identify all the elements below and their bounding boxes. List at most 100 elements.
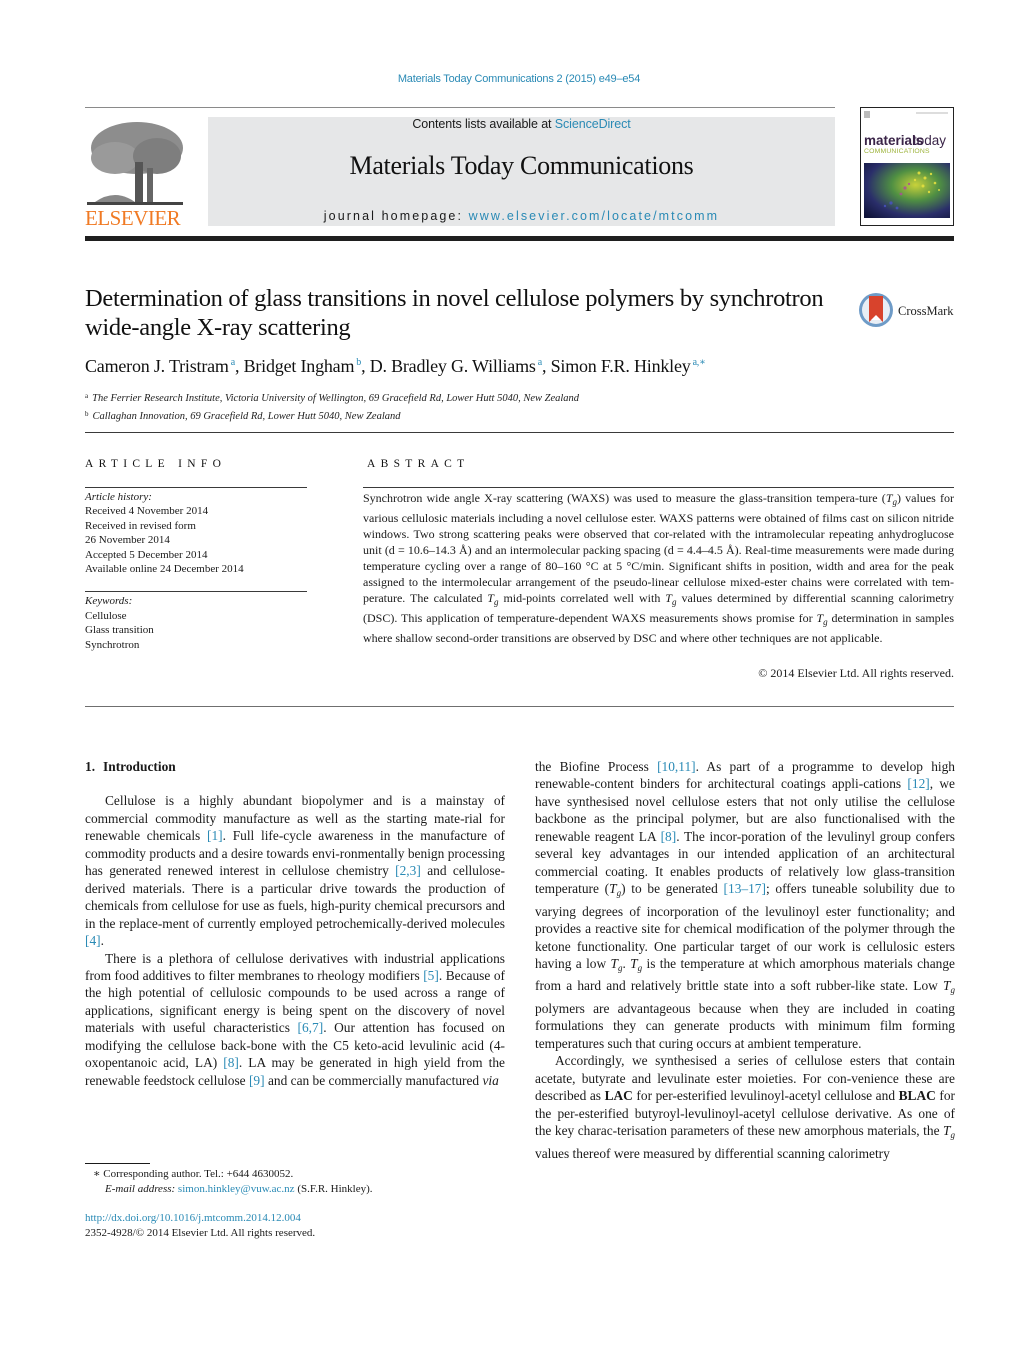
article-history: Article history: Received 4 November 201… xyxy=(85,490,307,576)
keywords-label: Keywords: xyxy=(85,595,133,607)
keywords: Keywords: Cellulose Glass transition Syn… xyxy=(85,594,307,652)
section-number: 1. xyxy=(85,759,96,774)
tg-symbol: Tg xyxy=(487,591,499,608)
body-column-left: 1. Introduction Cellulose is a highly abu… xyxy=(85,758,505,1089)
history-item: Available online 24 December 2014 xyxy=(85,563,244,576)
journal-cover-image-icon: materials today COMMUNICATIONS xyxy=(864,111,950,218)
author-affiliation-mark[interactable]: a,∗ xyxy=(693,357,706,368)
citation-link[interactable]: [8] xyxy=(661,829,677,844)
contents-availability: Contents lists available at ScienceDirec… xyxy=(208,117,835,131)
section-heading: 1. Introduction xyxy=(85,758,505,775)
crossmark-icon: CrossMark xyxy=(859,293,954,327)
email-label: E-mail address: xyxy=(105,1182,178,1195)
divider xyxy=(363,487,954,488)
divider xyxy=(85,706,954,707)
citation-link[interactable]: [1] xyxy=(207,828,223,843)
tg-symbol: Tg xyxy=(609,881,622,899)
article-title: Determination of glass transitions in no… xyxy=(85,285,824,341)
affiliation-text: The Ferrier Research Institute, Victoria… xyxy=(92,393,580,404)
author-name[interactable]: D. Bradley G. Williams xyxy=(370,356,536,376)
footnote-divider xyxy=(85,1163,150,1164)
citation-link[interactable]: [4] xyxy=(85,933,101,948)
keyword-item: Cellulose xyxy=(85,609,127,622)
corresponding-author-footnote: ∗ Corresponding author. Tel.: +644 46300… xyxy=(93,1167,513,1196)
affiliation-key: b xyxy=(85,409,89,418)
footnote-text: (S.F.R. Hinkley). xyxy=(294,1182,373,1195)
footnote-line: E-mail address: simon.hinkley@vuw.ac.nz … xyxy=(93,1182,513,1197)
footnote-text: Corresponding author. Tel.: +644 4630052… xyxy=(103,1168,294,1180)
history-item: Received in revised form xyxy=(85,519,196,532)
cover-subtitle: COMMUNICATIONS xyxy=(864,148,930,155)
citation-link[interactable]: [13–17] xyxy=(724,881,766,896)
paragraph: There is a plethora of cellulose derivat… xyxy=(85,950,506,1088)
journal-cover-thumbnail[interactable]: materials today COMMUNICATIONS xyxy=(860,107,954,226)
abstract-text-segment: mid-points correlated well with xyxy=(498,591,666,606)
author-name[interactable]: Cameron J. Tristram xyxy=(85,356,229,376)
affiliation-item: b Callaghan Innovation, 69 Gracefield Rd,… xyxy=(85,407,945,425)
citation-link[interactable]: [10,11] xyxy=(657,759,696,774)
tg-symbol: Tg xyxy=(943,978,955,996)
author-name[interactable]: Bridget Ingham xyxy=(244,356,355,376)
author-name[interactable]: Simon F.R. Hinkley xyxy=(551,356,691,376)
tg-symbol: Tg xyxy=(885,491,897,507)
citation-link[interactable]: [12] xyxy=(907,776,929,791)
citation-link[interactable]: [5] xyxy=(423,968,439,983)
journal-title: Materials Today Communications xyxy=(349,151,694,180)
issn-line: 2352-4928/© 2014 Elsevier Ltd. All right… xyxy=(85,1226,316,1239)
article-info-heading: ARTICLE INFO xyxy=(85,458,227,470)
journal-homepage: journal homepage: www.elsevier.com/locat… xyxy=(208,209,835,223)
footnote-line: ∗ Corresponding author. Tel.: +644 46300… xyxy=(93,1167,513,1182)
homepage-link[interactable]: www.elsevier.com/locate/mtcomm xyxy=(469,209,720,223)
author-list: Cameron J. Tristram a, Bridget Ingham b, D… xyxy=(85,356,706,376)
body-column-right: the Biofine Process [10,11]. As part of … xyxy=(535,758,955,1162)
affiliation-text: Callaghan Innovation, 69 Gracefield Rd, … xyxy=(92,410,401,422)
paragraph: Accordingly, we synthesised a series of … xyxy=(535,1053,955,1161)
tg-symbol: Tg xyxy=(665,591,677,608)
tg-symbol: Tg xyxy=(630,955,643,973)
citation-link[interactable]: [8] xyxy=(223,1055,239,1070)
keyword-item: Synchrotron xyxy=(85,638,140,651)
divider xyxy=(85,432,954,433)
affiliation-key: a xyxy=(85,392,89,400)
contents-prefix: Contents lists available at xyxy=(412,117,555,131)
abstract-heading: ABSTRACT xyxy=(367,458,470,470)
header-top-divider xyxy=(85,107,835,108)
tg-symbol: Tg xyxy=(943,1123,955,1141)
abstract-body: Synchrotron wide angle X-ray scattering … xyxy=(363,490,954,646)
footnote-star: ∗ xyxy=(93,1168,101,1180)
history-item: Received 4 November 2014 xyxy=(85,505,209,518)
abstract-text-segment: Synchrotron wide angle X-ray scattering … xyxy=(363,491,886,505)
author-affiliation-mark[interactable]: a xyxy=(538,357,542,368)
email-link[interactable]: simon.hinkley@vuw.ac.nz xyxy=(178,1183,295,1195)
crossmark-badge[interactable]: CrossMark xyxy=(858,290,958,330)
author-affiliation-mark[interactable]: a xyxy=(231,357,235,368)
cover-title-light: today xyxy=(913,133,946,148)
tg-symbol: Tg xyxy=(816,611,828,628)
crossmark-label: CrossMark xyxy=(898,304,954,318)
history-label: Article history: xyxy=(85,491,152,503)
abstract-text-segment: ) values for various cellulosic material… xyxy=(363,491,954,606)
sciencedirect-link[interactable]: ScienceDirect xyxy=(555,117,631,131)
divider xyxy=(85,591,307,592)
citation-link[interactable]: [9] xyxy=(249,1073,265,1088)
affiliations: a The Ferrier Research Institute, Victori… xyxy=(85,389,945,424)
abbreviation-lac: LAC xyxy=(604,1088,633,1104)
keyword-item: Glass transition xyxy=(85,624,154,637)
affiliation-item: a The Ferrier Research Institute, Victori… xyxy=(85,389,945,407)
history-item: Accepted 5 December 2014 xyxy=(85,548,208,561)
doi-link[interactable]: http://dx.doi.org/10.1016/j.mtcomm.2014.… xyxy=(85,1212,301,1224)
abbreviation-blac: BLAC xyxy=(898,1088,936,1104)
citation-link[interactable]: [6,7] xyxy=(298,1020,324,1035)
tg-symbol: Tg xyxy=(610,955,623,973)
citation-link[interactable]: [2,3] xyxy=(395,863,421,878)
author-affiliation-mark[interactable]: b xyxy=(356,357,361,368)
homepage-prefix: journal homepage: xyxy=(323,209,469,223)
journal-citation-link[interactable]: Materials Today Communications 2 (2015) … xyxy=(0,73,1020,85)
history-item: 26 November 2014 xyxy=(85,534,170,547)
section-title: Introduction xyxy=(103,759,176,774)
divider xyxy=(85,487,307,488)
elsevier-wordmark: ELSEVIER xyxy=(85,206,181,230)
header-thick-divider xyxy=(85,236,954,241)
paragraph: the Biofine Process [10,11]. As part of … xyxy=(535,759,955,1051)
doi-block: http://dx.doi.org/10.1016/j.mtcomm.2014.… xyxy=(85,1211,505,1240)
